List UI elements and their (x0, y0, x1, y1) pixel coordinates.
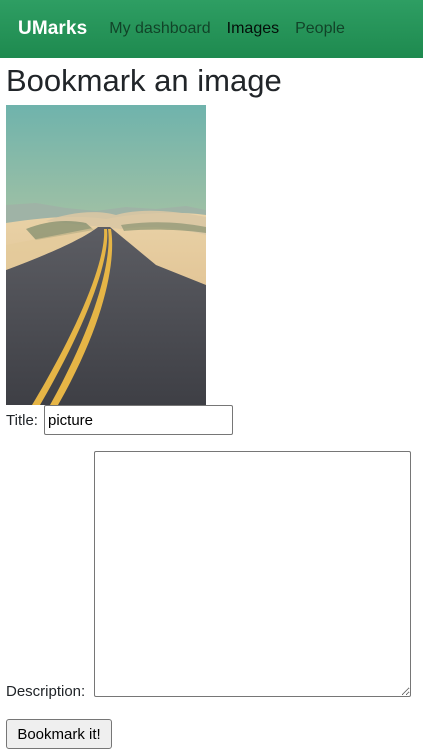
description-label: Description: (6, 683, 86, 700)
nav-link-my-dashboard[interactable]: My dashboard (109, 20, 210, 38)
nav-link-images[interactable]: Images (227, 20, 279, 38)
page-title: Bookmark an image (6, 63, 282, 98)
title-input[interactable] (44, 405, 233, 435)
top-navbar: UMarks My dashboard Images People (0, 0, 423, 58)
nav-link-people[interactable]: People (295, 20, 345, 38)
bookmark-submit-button[interactable]: Bookmark it! (6, 719, 112, 749)
title-label: Title: (6, 412, 38, 429)
brand-logo[interactable]: UMarks (18, 18, 87, 40)
description-textarea[interactable] (94, 451, 411, 697)
bookmark-image-preview (6, 105, 206, 405)
